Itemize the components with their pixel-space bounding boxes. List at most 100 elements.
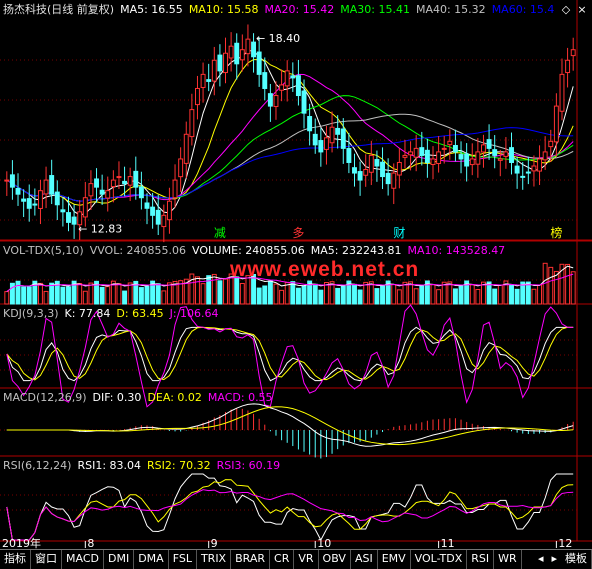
tab-dmi[interactable]: DMI xyxy=(104,550,135,569)
volume-bar xyxy=(49,282,55,305)
candle-body xyxy=(346,148,352,163)
candle-body xyxy=(335,127,341,135)
stock-title: 扬杰科技(日线 前复权) xyxy=(3,3,115,16)
tab-emv[interactable]: EMV xyxy=(378,550,411,569)
volume-bar xyxy=(88,282,94,305)
volume-bar xyxy=(537,284,543,305)
event-marker: 榜 xyxy=(550,225,562,240)
ma-value-5: MA60: 15.4 xyxy=(491,3,555,16)
candle-body xyxy=(99,189,105,195)
kdj-panel-header: KDJ(9,3,3) K: 77.84 D: 63.45 J: 106.64 xyxy=(3,306,231,322)
kdj-value-2: J: 106.64 xyxy=(169,307,219,320)
candle-body xyxy=(441,147,447,150)
rsi-indicator-name: RSI(6,12,24) xyxy=(3,459,72,472)
tab-spacer xyxy=(522,550,534,569)
volume-bar xyxy=(323,281,329,305)
event-marker: 多 xyxy=(292,226,304,240)
candle-body xyxy=(172,179,178,199)
kdj-d-line xyxy=(6,326,574,381)
tab-fsl[interactable]: FSL xyxy=(169,550,197,569)
tab-cr[interactable]: CR xyxy=(270,550,295,569)
volume-bar xyxy=(82,290,88,305)
candle-body xyxy=(352,167,357,174)
volume-bar xyxy=(553,270,559,305)
vol-value-1: VOLUME: 240855.06 xyxy=(192,244,305,257)
ma-value-2: MA20: 15.42 xyxy=(264,3,335,16)
candle-body xyxy=(82,197,88,218)
tab-macd[interactable]: MACD xyxy=(62,550,104,569)
tab-brar[interactable]: BRAR xyxy=(231,550,271,569)
volume-bar xyxy=(66,286,71,305)
volume-bar xyxy=(166,282,172,305)
candle-body xyxy=(368,154,374,173)
volume-bar xyxy=(492,288,498,305)
scroll-right-icon[interactable]: ▸ xyxy=(547,550,561,569)
volume-bar xyxy=(195,276,200,305)
rsi3-line xyxy=(6,489,574,541)
candle-body xyxy=(531,165,537,172)
tab-指标[interactable]: 指标 xyxy=(0,550,31,569)
rsi-value-2: RSI3: 60.19 xyxy=(216,459,281,472)
volume-bar xyxy=(565,263,571,305)
vol-value-0: VVOL: 240855.06 xyxy=(89,244,187,257)
candle-body xyxy=(138,186,144,199)
candle-body xyxy=(110,179,116,188)
candle-body xyxy=(497,158,503,161)
volume-bar xyxy=(548,266,554,305)
volume-bar xyxy=(138,287,144,305)
ma-value-4: MA40: 15.32 xyxy=(415,3,486,16)
tab-wr[interactable]: WR xyxy=(494,550,522,569)
candle-body xyxy=(15,187,21,195)
volume-bar xyxy=(497,284,503,305)
scroll-up-icon[interactable]: ◇ xyxy=(558,2,574,18)
candle-body xyxy=(436,151,442,165)
candle-body xyxy=(195,87,200,106)
tab-窗口[interactable]: 窗口 xyxy=(31,550,62,569)
candle-body xyxy=(161,214,167,228)
tab-vr[interactable]: VR xyxy=(294,550,319,569)
candle-body xyxy=(189,109,195,138)
volume-bar xyxy=(430,284,436,305)
stock-chart[interactable]: ← 18.40← 12.83 减多财榜2019年 8 9 10 11 12 xyxy=(0,0,592,568)
candle-body xyxy=(329,126,335,144)
candle-body xyxy=(548,140,554,148)
tab-asi[interactable]: ASI xyxy=(351,550,378,569)
volume-bar xyxy=(122,290,128,305)
tab-vol-tdx[interactable]: VOL-TDX xyxy=(411,550,468,569)
template-button[interactable]: 模板 xyxy=(561,550,592,569)
volume-bar xyxy=(43,290,49,305)
volume-bar xyxy=(4,291,10,305)
candle-body xyxy=(211,59,217,82)
macd-panel-header: MACD(12,26,9) DIF: 0.30 DEA: 0.02 MACD: 0.5… xyxy=(3,390,285,406)
ma-value-1: MA10: 15.58 xyxy=(188,3,259,16)
candle-body xyxy=(144,202,150,209)
volume-bar xyxy=(391,284,397,305)
rsi-panel-header: RSI(6,12,24) RSI1: 83.04 RSI2: 70.32 RSI3: … xyxy=(3,458,292,474)
close-icon[interactable]: × xyxy=(574,2,590,18)
tab-rsi[interactable]: RSI xyxy=(467,550,495,569)
volume-bar xyxy=(352,283,357,305)
vol-value-3: MA10: 143528.47 xyxy=(407,244,506,257)
volume-bar xyxy=(189,273,195,305)
macd-value-0: DIF: 0.30 xyxy=(92,391,142,404)
scroll-left-icon[interactable]: ◂ xyxy=(534,550,548,569)
candle-body xyxy=(133,170,139,188)
low-price-label: ← 12.83 xyxy=(78,222,122,235)
tab-obv[interactable]: OBV xyxy=(319,550,351,569)
volume-panel-header: VOL-TDX(5,10) VVOL: 240855.06 VOLUME: 2408… xyxy=(3,243,517,259)
tab-dma[interactable]: DMA xyxy=(134,550,169,569)
candle-body xyxy=(267,93,273,107)
candle-body xyxy=(537,158,543,172)
volume-bar xyxy=(380,285,385,305)
candle-body xyxy=(88,183,94,197)
candle-body xyxy=(71,216,77,225)
volume-bar xyxy=(458,284,464,305)
tab-trix[interactable]: TRIX xyxy=(197,550,232,569)
candle-body xyxy=(520,175,526,178)
candle-body xyxy=(183,133,189,164)
candle-body xyxy=(284,70,290,87)
ma-values: MA5: 16.55 MA10: 15.58 MA20: 15.42 MA30: 15… xyxy=(120,3,560,16)
rsi-value-0: RSI1: 83.04 xyxy=(77,459,142,472)
candle-body xyxy=(290,75,296,79)
rsi-value-1: RSI2: 70.32 xyxy=(147,459,211,472)
